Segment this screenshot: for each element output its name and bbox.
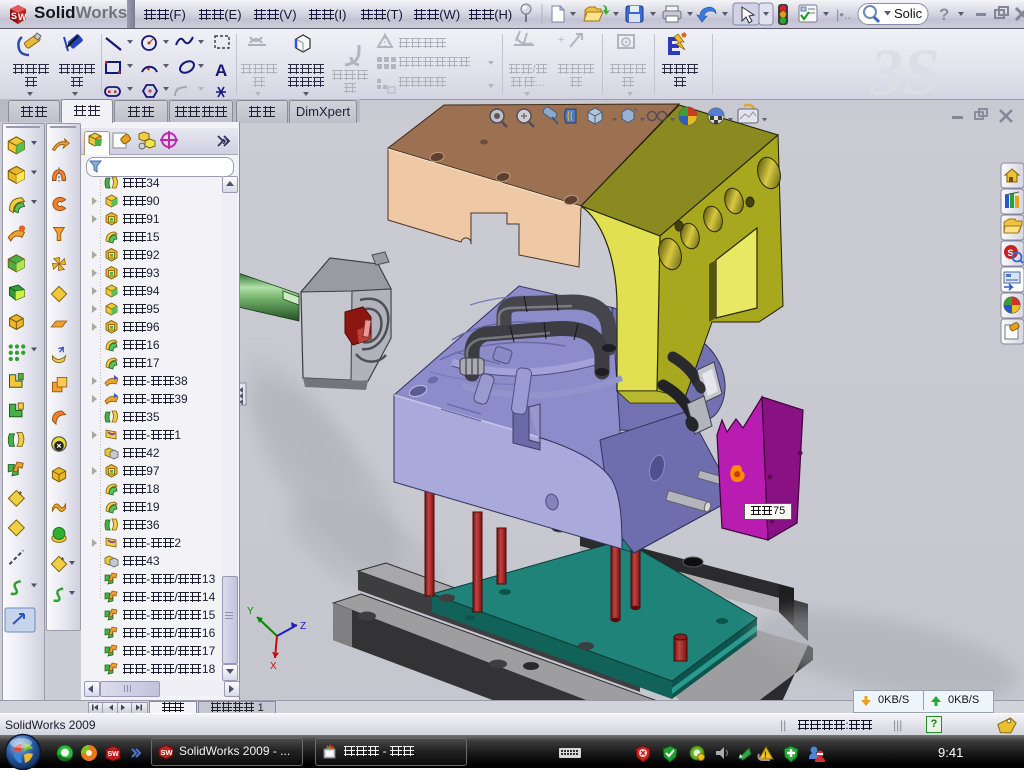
svg-text:Solic: Solic xyxy=(894,6,923,21)
svg-text:A: A xyxy=(215,61,227,80)
svg-text:Z: Z xyxy=(300,621,306,632)
svg-text:!: ! xyxy=(764,750,767,760)
svg-text:SW: SW xyxy=(161,748,174,757)
svg-text:|•..: |•.. xyxy=(836,7,851,22)
svg-text:W: W xyxy=(18,12,27,22)
svg-text:*: * xyxy=(61,555,65,566)
svg-text:*: * xyxy=(18,490,22,501)
svg-text:+: + xyxy=(558,34,564,46)
svg-text:X: X xyxy=(270,661,277,672)
svg-text:SW: SW xyxy=(108,751,120,758)
svg-text:S: S xyxy=(11,11,17,21)
svg-text:?: ? xyxy=(939,5,949,24)
svg-text:Y: Y xyxy=(247,606,254,617)
